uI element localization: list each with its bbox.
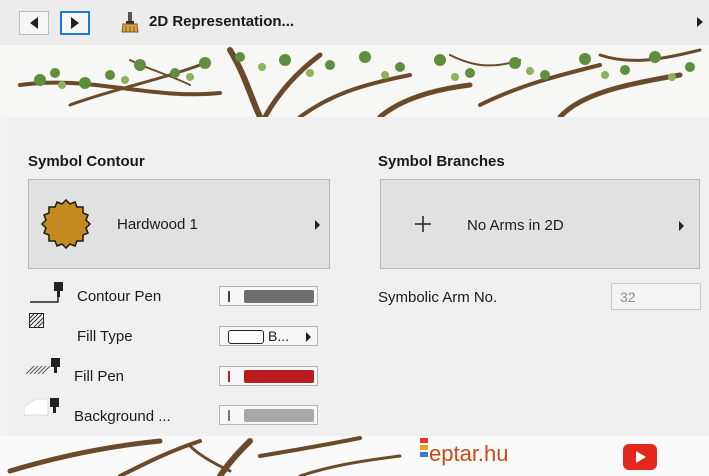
symbol-branches-title: Symbol Branches: [378, 153, 505, 170]
eptar-brand-text: eptar.hu: [429, 441, 509, 466]
chevron-right-icon: [315, 220, 320, 230]
fill-type-label: Fill Type: [77, 328, 133, 345]
fill-pen-swatch: [244, 370, 314, 383]
expand-arrow-icon[interactable]: [697, 17, 703, 27]
contour-pen-icon: [30, 282, 63, 303]
symbol-branches-selector[interactable]: No Arms in 2D: [380, 179, 700, 269]
panel-title: 2D Representation...: [149, 13, 295, 30]
settings-panel: Symbol Contour Hardwood 1 Symbol Branche…: [10, 117, 709, 436]
fill-type-value: B...: [268, 328, 290, 344]
panel-header: 2D Representation...: [0, 0, 709, 45]
plus-icon: [415, 216, 431, 232]
previous-panel-button[interactable]: [19, 11, 49, 35]
symbolic-arm-label: Symbolic Arm No.: [378, 289, 498, 306]
triangle-left-icon: [30, 17, 38, 29]
contour-pen-field[interactable]: [219, 286, 318, 306]
fill-type-field[interactable]: B...: [219, 326, 318, 346]
fill-pen-field[interactable]: [219, 366, 318, 386]
contour-pen-swatch: [244, 290, 314, 303]
next-panel-button[interactable]: [60, 11, 90, 35]
background-pen-label: Background ...: [74, 408, 171, 425]
background-pen-field[interactable]: [219, 405, 318, 425]
symbolic-arm-input[interactable]: 32: [611, 283, 701, 310]
background-pen-swatch: [244, 409, 314, 422]
youtube-icon: [623, 444, 657, 470]
chevron-right-icon: [306, 332, 311, 342]
triangle-right-icon: [71, 17, 79, 29]
brush-icon: [121, 12, 139, 33]
fill-pen-icon: [26, 358, 60, 375]
tree-illustration-top: [0, 45, 709, 117]
symbol-contour-selector[interactable]: Hardwood 1: [28, 179, 330, 269]
fill-pen-label: Fill Pen: [74, 368, 125, 385]
hardwood-symbol-icon: [40, 198, 92, 250]
symbol-branches-value: No Arms in 2D: [467, 217, 564, 234]
fill-hatch-icon: [29, 313, 44, 328]
symbol-contour-title: Symbol Contour: [28, 153, 145, 170]
chevron-right-icon: [679, 221, 684, 231]
tree-illustration-bottom: [0, 436, 709, 476]
fill-pattern-preview: [228, 330, 264, 344]
contour-pen-label: Contour Pen: [77, 288, 162, 305]
symbol-contour-value: Hardwood 1: [117, 216, 198, 233]
background-pen-icon: [24, 398, 59, 416]
